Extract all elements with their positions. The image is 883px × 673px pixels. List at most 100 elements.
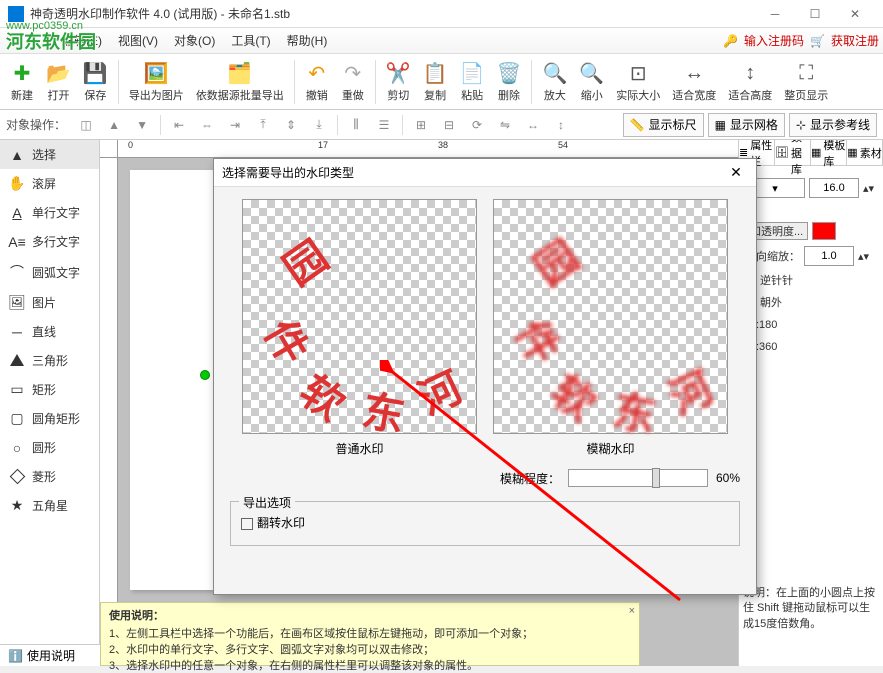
cursor-icon: ▲: [8, 147, 26, 163]
flip-h-icon[interactable]: ⇋: [493, 113, 517, 137]
color-swatch[interactable]: [812, 222, 836, 240]
tool-circle[interactable]: ○圆形: [0, 433, 99, 462]
menu-help[interactable]: 帮助(H): [279, 28, 336, 53]
redo-button[interactable]: ↷重做: [335, 59, 371, 105]
diamond-icon: [8, 469, 26, 485]
send-back-icon[interactable]: ▼: [130, 113, 154, 137]
show-guides-button[interactable]: ⊹显示参考线: [789, 113, 877, 137]
preview-normal-image: 园 件 软 东 河: [242, 199, 477, 434]
font-size-input[interactable]: [809, 178, 859, 198]
db-icon: 🗄: [775, 146, 789, 159]
same-width-icon[interactable]: ↔: [521, 113, 545, 137]
menu-object[interactable]: 对象(O): [166, 28, 223, 53]
tool-image[interactable]: 🖼图片: [0, 288, 99, 317]
scale-input[interactable]: [804, 246, 854, 266]
right-panel: ≣属性栏 🗄数据库 ▦模板库 ▦素材 ▴▾ U 和透明度... 纵向缩放：▴▾ …: [738, 140, 883, 666]
preview-blur-image: 园 件 软 东 河: [493, 199, 728, 434]
stepper-icon[interactable]: ▴▾: [863, 182, 874, 195]
align-right-icon[interactable]: ⇥: [223, 113, 247, 137]
ruler-horizontal: 0 17 38 54: [118, 140, 738, 158]
maximize-button[interactable]: ☐: [795, 2, 835, 26]
rect-icon: ▭: [8, 381, 26, 398]
flip-checkbox-row[interactable]: 翻转水印: [241, 516, 305, 530]
blur-slider[interactable]: [568, 469, 708, 487]
tool-star[interactable]: ★五角星: [0, 491, 99, 520]
roundrect-icon: ▢: [8, 410, 26, 427]
sidebar-help-button[interactable]: ℹ️ 使用说明: [0, 644, 100, 666]
rotate-icon[interactable]: ⟳: [465, 113, 489, 137]
register-link[interactable]: 输入注册码: [744, 32, 804, 49]
tool-arc-text[interactable]: ⌒圆弧文字: [0, 256, 99, 288]
tab-database[interactable]: 🗄数据库: [775, 140, 811, 165]
help-title: 使用说明：: [109, 607, 631, 623]
minimize-button[interactable]: ─: [755, 2, 795, 26]
cut-button[interactable]: ✂️剪切: [380, 59, 417, 105]
undo-button[interactable]: ↶撤销: [299, 59, 335, 105]
same-height-icon[interactable]: ↕: [549, 113, 573, 137]
tool-roundrect[interactable]: ▢圆角矩形: [0, 404, 99, 433]
menu-view[interactable]: 视图(V): [110, 28, 166, 53]
show-ruler-button[interactable]: 📏显示标尺: [623, 113, 704, 137]
align-middle-icon[interactable]: ⇕: [279, 113, 303, 137]
key-icon: 🔑: [723, 34, 738, 48]
tool-multi-text[interactable]: A≡多行文字: [0, 227, 99, 256]
tool-rect[interactable]: ▭矩形: [0, 375, 99, 404]
buy-link[interactable]: 获取注册: [831, 32, 879, 49]
zoom-out-button[interactable]: 🔍缩小: [573, 59, 610, 105]
tab-template[interactable]: ▦模板库: [811, 140, 847, 165]
star-icon: ★: [8, 497, 26, 514]
align-center-icon[interactable]: ⇔: [195, 113, 219, 137]
distribute-v-icon[interactable]: ☰: [372, 113, 396, 137]
tab-material[interactable]: ▦素材: [847, 140, 883, 165]
show-grid-button[interactable]: ▦显示网格: [708, 113, 785, 137]
help-line-2: 2、水印中的单行文字、多行文字、圆弧文字对象均可以双击修改；: [109, 641, 631, 657]
tool-diamond[interactable]: 菱形: [0, 462, 99, 491]
delete-button[interactable]: 🗑️删除: [491, 59, 528, 105]
fit-page-button[interactable]: ⛶整页显示: [778, 59, 834, 105]
save-button[interactable]: 💾保存: [77, 59, 114, 105]
preview-blur[interactable]: 园 件 软 东 河 模糊水印: [493, 199, 728, 457]
description-box: 说明：在上面的小圆点上按住 Shift 键拖动鼠标可以生成15度倍数角。: [743, 586, 879, 632]
tool-select[interactable]: ▲选择: [0, 140, 99, 169]
tool-triangle[interactable]: 三角形: [0, 346, 99, 375]
align-bottom-icon[interactable]: ⤓: [307, 113, 331, 137]
actual-size-button[interactable]: ⊡实际大小: [610, 59, 666, 105]
flip-checkbox[interactable]: [241, 518, 253, 530]
new-button[interactable]: ✚新建: [4, 59, 40, 105]
paste-button[interactable]: 📄粘贴: [454, 59, 491, 105]
preview-blur-label: 模糊水印: [493, 440, 728, 457]
zoom-in-button[interactable]: 🔍放大: [536, 59, 573, 105]
rotation-handle[interactable]: [200, 370, 210, 380]
line-icon: ─: [8, 324, 26, 340]
menu-tools[interactable]: 工具(T): [223, 28, 278, 53]
object-toolbar: 对象操作： ◫ ▲ ▼ ⇤ ⇔ ⇥ ⤒ ⇕ ⤓ ⫼ ☰ ⊞ ⊟ ⟳ ⇋ ↔ ↕ …: [0, 110, 883, 140]
export-image-button[interactable]: 🖼️导出为图片: [123, 59, 190, 105]
help-line-1: 1、左侧工具栏中选择一个功能后，在画布区域按住鼠标左键拖动，即可添加一个对象；: [109, 625, 631, 641]
logo-url: www.pc0359.cn: [6, 20, 83, 32]
distribute-h-icon[interactable]: ⫼: [344, 113, 368, 137]
triangle-icon: [8, 353, 26, 369]
copy-button[interactable]: 📋复制: [417, 59, 454, 105]
fit-width-button[interactable]: ↔适合宽度: [666, 59, 722, 105]
stepper-icon[interactable]: ▴▾: [858, 250, 869, 263]
tool-scroll[interactable]: ✋滚屏: [0, 169, 99, 198]
fit-height-button[interactable]: ↕适合高度: [722, 59, 778, 105]
preview-normal[interactable]: 园 件 软 东 河 普通水印: [242, 199, 477, 457]
slider-thumb[interactable]: [652, 468, 660, 488]
tool-single-text[interactable]: A单行文字: [0, 198, 99, 227]
layer-icon[interactable]: ◫: [74, 113, 98, 137]
bring-front-icon[interactable]: ▲: [102, 113, 126, 137]
help-close-button[interactable]: ×: [629, 605, 635, 617]
ruler-icon: 📏: [630, 118, 645, 132]
align-top-icon[interactable]: ⤒: [251, 113, 275, 137]
ungroup-icon[interactable]: ⊟: [437, 113, 461, 137]
export-batch-button[interactable]: 🗂️依数据源批量导出: [190, 59, 290, 105]
close-button[interactable]: ✕: [835, 2, 875, 26]
text-arc-icon: ⌒: [8, 262, 26, 282]
circle-icon: ○: [8, 440, 26, 456]
open-button[interactable]: 📂打开: [40, 59, 77, 105]
tool-line[interactable]: ─直线: [0, 317, 99, 346]
dialog-close-button[interactable]: ✕: [724, 164, 748, 181]
group-icon[interactable]: ⊞: [409, 113, 433, 137]
align-left-icon[interactable]: ⇤: [167, 113, 191, 137]
